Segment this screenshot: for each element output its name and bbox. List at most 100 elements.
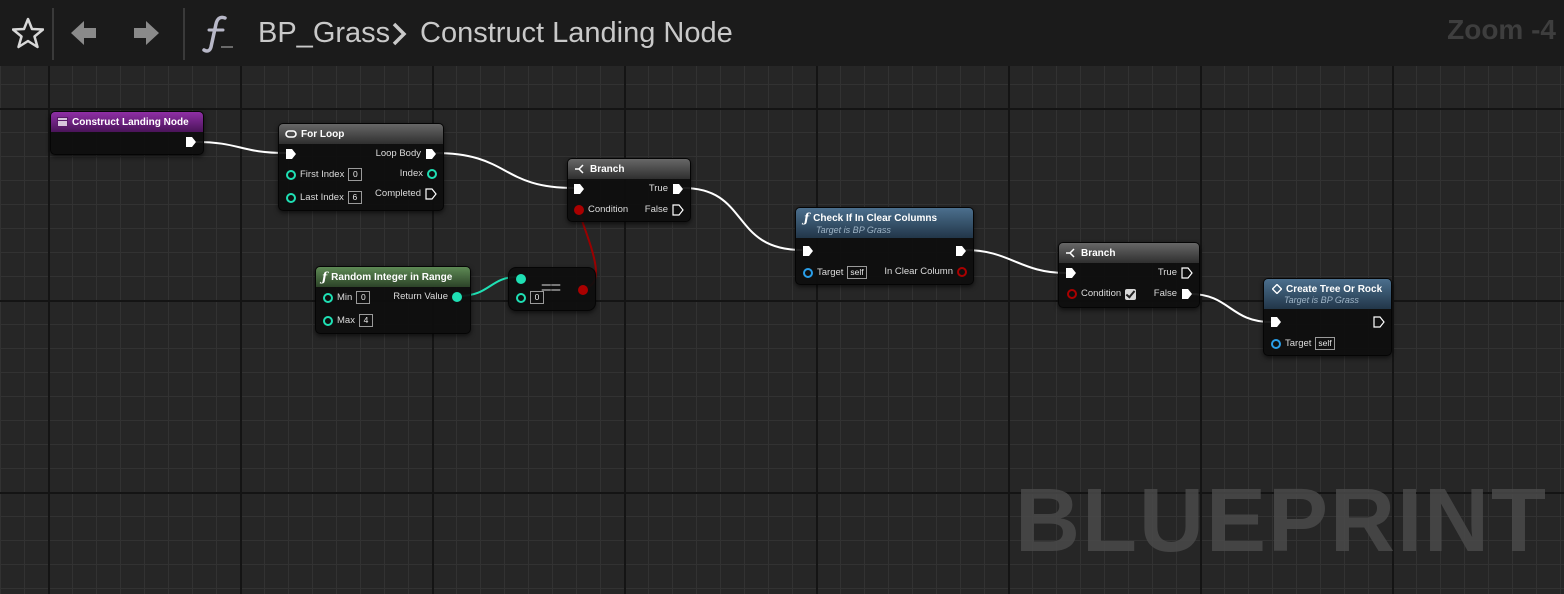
node-header: ƒ Check If In Clear Columns Target is BP… <box>796 208 973 238</box>
int-pin-icon <box>323 315 333 326</box>
node-subtitle: Target is BP Grass <box>816 225 891 235</box>
node-title: Create Tree Or Rock <box>1286 283 1383 295</box>
target-pin[interactable]: Target self <box>1271 337 1335 350</box>
pin-label: Max <box>337 314 355 326</box>
star-icon <box>12 17 44 49</box>
target-input[interactable]: self <box>847 266 867 279</box>
graph-toolbar: BP_Grass Construct Landing Node Zoom -4 <box>0 0 1564 66</box>
false-pin[interactable]: False <box>1154 288 1193 300</box>
check-if-in-clear-columns-node[interactable]: ƒ Check If In Clear Columns Target is BP… <box>795 207 974 285</box>
back-arrow-icon <box>71 21 96 45</box>
function-call-icon <box>1272 284 1282 294</box>
b-pin[interactable]: 0 <box>516 291 544 304</box>
node-header: For Loop <box>279 124 443 144</box>
object-pin-icon <box>803 267 813 278</box>
int-pin-icon <box>286 192 296 203</box>
index-pin[interactable]: Index <box>400 168 437 180</box>
exec-out-pin[interactable] <box>1373 316 1385 328</box>
int-pin-icon <box>323 292 333 303</box>
return-value-pin[interactable]: Return Value <box>393 291 462 303</box>
exec-out-pin[interactable] <box>185 136 197 148</box>
function-icon: ƒ <box>322 270 328 284</box>
node-header: Branch <box>568 159 690 179</box>
completed-pin[interactable]: Completed <box>375 188 437 200</box>
zoom-level: Zoom -4 <box>1447 14 1556 45</box>
exec-wire <box>434 152 575 189</box>
loop-body-pin[interactable]: Loop Body <box>376 148 437 160</box>
bool-out-pin[interactable] <box>578 285 588 295</box>
int-pin-icon <box>286 169 296 180</box>
in-clear-column-pin[interactable]: In Clear Column <box>884 266 967 278</box>
max-input[interactable]: 4 <box>358 314 373 327</box>
for-loop-node[interactable]: For Loop First Index 0 Last Index 6 Loop… <box>278 123 444 211</box>
int-pin-icon <box>452 292 462 302</box>
condition-checkbox[interactable] <box>1125 288 1137 300</box>
int-pin-icon <box>427 169 437 179</box>
node-title: Branch <box>590 163 625 175</box>
pin-label: Return Value <box>393 291 448 302</box>
pin-label: False <box>644 204 668 215</box>
pin-label: Condition <box>1081 288 1122 299</box>
node-header: Construct Landing Node <box>51 112 203 132</box>
exec-in-pin[interactable] <box>802 245 814 257</box>
node-header: ƒ Random Integer in Range <box>316 267 470 287</box>
exec-in-pin[interactable] <box>573 183 585 195</box>
condition-pin[interactable]: Condition <box>1067 288 1137 300</box>
b-input[interactable]: 0 <box>530 291 544 304</box>
pin-label: Target <box>817 266 844 278</box>
forward-arrow-icon <box>134 21 159 45</box>
true-pin[interactable]: True <box>649 183 684 195</box>
create-tree-or-rock-node[interactable]: Create Tree Or Rock Target is BP Grass T… <box>1263 278 1392 356</box>
forward-button[interactable] <box>124 8 168 58</box>
last-index-input[interactable]: 6 <box>347 191 362 204</box>
branch-node[interactable]: Branch Condition True False <box>567 158 691 222</box>
last-index-pin[interactable]: Last Index 6 <box>286 191 362 204</box>
node-subtitle: Target is BP Grass <box>1284 294 1359 305</box>
exec-wire <box>964 249 1067 274</box>
node-title: Construct Landing Node <box>72 116 189 128</box>
min-input[interactable]: 0 <box>356 291 371 304</box>
node-title: For Loop <box>301 128 345 140</box>
bool-pin-icon <box>1067 289 1077 299</box>
exec-in-pin[interactable] <box>285 148 297 160</box>
event-icon <box>57 117 68 127</box>
loop-icon <box>285 130 297 138</box>
exec-out-pin[interactable] <box>955 245 967 257</box>
function-icon <box>202 15 233 53</box>
breadcrumb-blueprint[interactable]: BP_Grass <box>258 14 390 52</box>
a-pin[interactable] <box>516 274 526 284</box>
breadcrumb-function[interactable]: Construct Landing Node <box>420 14 733 52</box>
pin-label: Min <box>337 291 353 303</box>
exec-out-icon <box>672 204 684 216</box>
back-button[interactable] <box>62 8 106 58</box>
min-pin[interactable]: Min 0 <box>323 291 371 304</box>
condition-pin[interactable]: Condition <box>574 204 628 216</box>
pin-label: In Clear Column <box>884 266 953 277</box>
target-input[interactable]: self <box>1315 337 1335 350</box>
object-pin-icon <box>1271 338 1281 349</box>
random-integer-node[interactable]: ƒ Random Integer in Range Min 0 Max 4 Re… <box>315 266 471 334</box>
true-pin[interactable]: True <box>1158 267 1193 279</box>
first-index-input[interactable]: 0 <box>348 168 363 181</box>
blueprint-graph-canvas[interactable]: BLUEPRINT Construct Landing Node For Loo… <box>0 66 1564 594</box>
chevron-right-icon <box>392 22 407 46</box>
first-index-pin[interactable]: First Index 0 <box>286 168 363 181</box>
target-pin[interactable]: Target self <box>803 266 867 279</box>
bool-pin-icon <box>957 267 967 277</box>
exec-out-icon <box>1181 267 1193 279</box>
exec-out-icon <box>673 184 683 194</box>
exec-in-pin[interactable] <box>1065 267 1077 279</box>
bool-pin-icon <box>574 205 584 215</box>
exec-in-pin[interactable] <box>1270 316 1282 328</box>
favorite-button[interactable] <box>6 8 50 58</box>
construct-landing-node[interactable]: Construct Landing Node <box>50 111 204 155</box>
node-title: Branch <box>1081 247 1116 259</box>
exec-wire <box>1189 293 1272 323</box>
node-header: Branch <box>1059 243 1199 263</box>
equal-integer-node[interactable]: == 0 <box>508 267 596 311</box>
branch-node[interactable]: Branch Condition True False <box>1058 242 1200 308</box>
exec-wire <box>195 141 287 154</box>
false-pin[interactable]: False <box>645 204 684 216</box>
max-pin[interactable]: Max 4 <box>323 314 373 327</box>
pin-label: Condition <box>588 204 629 215</box>
